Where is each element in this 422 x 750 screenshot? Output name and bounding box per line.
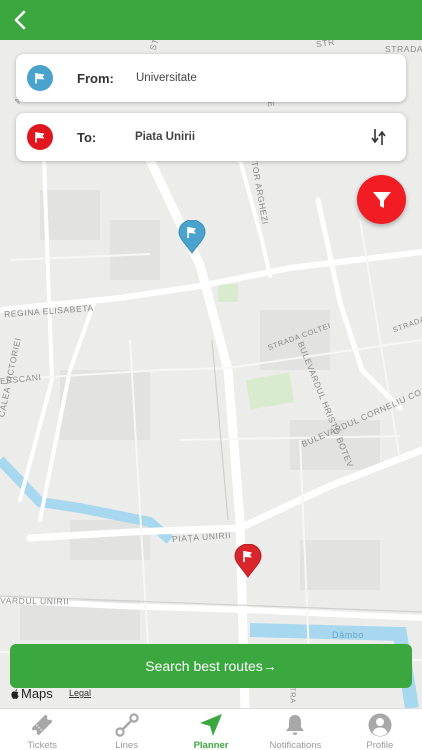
street-label: Dâmbo: [332, 630, 365, 640]
apple-logo-icon: [11, 688, 19, 699]
tab-label: Notifications: [269, 740, 322, 750]
top-bar: [0, 0, 422, 40]
destination-pin-icon[interactable]: [234, 543, 262, 583]
tab-label: Planner: [193, 740, 229, 750]
destination-flag-icon: [27, 124, 53, 150]
from-field[interactable]: From: Universitate: [16, 54, 406, 102]
tab-label: Lines: [115, 740, 138, 750]
tab-notifications[interactable]: Notifications: [253, 709, 337, 750]
to-label: To:: [77, 129, 97, 145]
tab-lines[interactable]: Lines: [84, 709, 168, 750]
street-label: VARDUL UNIRII: [0, 595, 70, 607]
to-value[interactable]: Piata Unirii: [135, 131, 195, 143]
lines-icon: [114, 713, 139, 737]
origin-flag-icon: [27, 65, 53, 91]
legal-link[interactable]: Legal: [69, 688, 91, 698]
tab-label: Profile: [366, 740, 394, 750]
swap-button[interactable]: [368, 126, 390, 148]
maps-attribution: Maps: [10, 686, 53, 701]
tab-bar: Tickets Lines Planner Notifications Prof…: [0, 708, 422, 750]
bell-icon: [286, 715, 305, 735]
origin-pin-icon[interactable]: [178, 219, 206, 259]
tab-label: Tickets: [27, 740, 58, 750]
tab-tickets[interactable]: Tickets: [0, 709, 84, 750]
street-label: STRADA: [385, 44, 422, 54]
from-label: From:: [77, 70, 114, 86]
user-icon: [368, 713, 392, 737]
chevron-left-icon: [14, 10, 26, 30]
ticket-icon: [32, 715, 53, 735]
tab-profile[interactable]: Profile: [338, 709, 422, 750]
tab-planner[interactable]: Planner: [169, 709, 253, 750]
search-routes-button[interactable]: Search best routes→: [10, 644, 412, 688]
navigation-arrow-icon: [200, 714, 223, 736]
swap-arrows-icon: [371, 129, 386, 145]
from-value[interactable]: Universitate: [136, 72, 197, 84]
back-button[interactable]: [6, 6, 34, 34]
filter-icon: [372, 191, 391, 208]
filter-button[interactable]: [357, 175, 406, 224]
maps-text: Maps: [21, 686, 53, 701]
to-field[interactable]: To: Piata Unirii: [16, 113, 406, 161]
